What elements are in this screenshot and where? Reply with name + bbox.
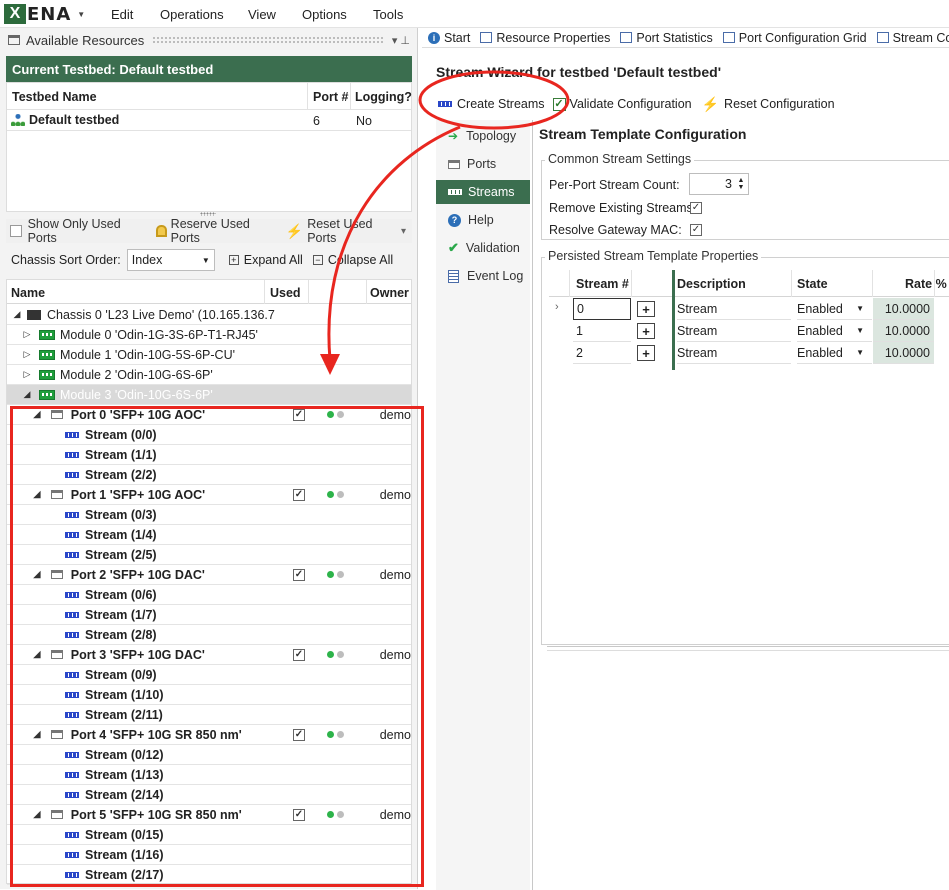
annotation-arrow bbox=[327, 125, 461, 361]
annotation-overlay bbox=[320, 70, 570, 375]
annotation-arrowhead bbox=[320, 354, 340, 375]
highlight-ellipse bbox=[418, 70, 570, 130]
